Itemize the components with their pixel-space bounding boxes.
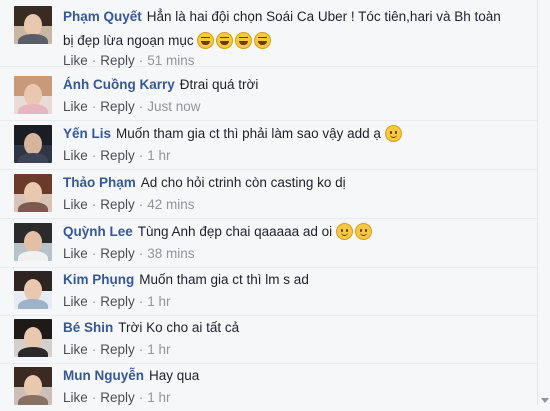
like-link[interactable]: Like — [63, 246, 88, 261]
comment-text: Tùng Anh đẹp chai qaaaaa ad oi — [137, 224, 333, 239]
comment-actions: Like · Reply · Just now — [63, 98, 201, 115]
like-link[interactable]: Like — [63, 390, 88, 405]
scrollbar[interactable] — [537, 0, 550, 405]
avatar[interactable] — [14, 76, 52, 114]
comment-actions: Like · Reply · 1 hr — [63, 293, 171, 310]
reply-link[interactable]: Reply — [100, 390, 135, 405]
comment-actions: Like · Reply · 38 mins — [63, 245, 195, 262]
avatar[interactable] — [14, 174, 52, 212]
smile-emoji-icon — [335, 223, 353, 240]
comment-author[interactable]: Quỳnh Lee — [63, 224, 133, 239]
like-link[interactable]: Like — [63, 342, 88, 357]
comment-timestamp[interactable]: 38 mins — [147, 246, 194, 261]
comment-item: Mun Nguyễn Hay qua Like · Reply · 1 hr — [0, 363, 538, 411]
comment-item: Kim Phụng Muốn tham gia ct thì lm s ad Li… — [0, 267, 538, 316]
separator: · — [138, 53, 144, 68]
comment-item: Phạm Quyết Hẳn là hai đội chọn Soái Ca Ub… — [0, 2, 538, 69]
like-link[interactable]: Like — [63, 197, 88, 212]
comment-timestamp[interactable]: 1 hr — [147, 390, 170, 405]
comment-author[interactable]: Mun Nguyễn — [63, 368, 144, 383]
reply-link[interactable]: Reply — [100, 246, 135, 261]
avatar[interactable] — [14, 125, 52, 163]
separator: · — [91, 148, 97, 163]
comment-item: Yến Lis Muốn tham gia ct thì phải làm sao… — [0, 121, 538, 170]
reply-link[interactable]: Reply — [100, 294, 135, 309]
comment-timestamp[interactable]: 1 hr — [147, 294, 170, 309]
reply-link[interactable]: Reply — [100, 197, 135, 212]
comment-author[interactable]: Thảo Phạm — [63, 175, 136, 190]
separator: · — [138, 342, 144, 357]
separator: · — [138, 99, 144, 114]
comment-timestamp[interactable]: Just now — [147, 99, 200, 114]
avatar[interactable] — [14, 271, 52, 309]
reply-link[interactable]: Reply — [100, 342, 135, 357]
comment-actions: Like · Reply · 51 mins — [63, 52, 195, 69]
comment-timestamp[interactable]: 42 mins — [147, 197, 194, 212]
separator: · — [91, 294, 97, 309]
separator: · — [138, 390, 144, 405]
separator: · — [138, 246, 144, 261]
comment-item: Ánh Cuồng Karry Đtrai quá trời Like · Reply… — [0, 72, 538, 121]
smile-emoji-icon — [384, 125, 402, 142]
comment-timestamp[interactable]: 1 hr — [147, 148, 170, 163]
reply-link[interactable]: Reply — [100, 53, 135, 68]
separator: · — [138, 197, 144, 212]
comment-text: Muốn tham gia ct thì lm s ad — [139, 272, 309, 287]
comment-actions: Like · Reply · 1 hr — [63, 147, 171, 164]
comment-text-continued: bị đẹp lừa ngoạn mục — [63, 33, 194, 48]
comment-text: Trời Ko cho ai tất cả — [118, 320, 240, 335]
separator: · — [138, 294, 144, 309]
laughing-emoji-icon — [216, 32, 234, 49]
comment-item: Quỳnh Lee Tùng Anh đẹp chai qaaaaa ad oi … — [0, 219, 538, 268]
separator: · — [91, 99, 97, 114]
avatar[interactable] — [14, 223, 52, 261]
comment-author[interactable]: Phạm Quyết — [63, 9, 142, 24]
avatar[interactable] — [14, 367, 52, 405]
comment-timestamp[interactable]: 1 hr — [147, 342, 170, 357]
comment-author[interactable]: Ánh Cuồng Karry — [63, 77, 175, 92]
laughing-emoji-icon — [254, 32, 272, 49]
comment-text: Ad cho hỏi ctrinh còn casting ko dị — [140, 175, 346, 190]
scroll-down-arrow-icon[interactable] — [541, 398, 549, 403]
comment-timestamp[interactable]: 51 mins — [147, 53, 194, 68]
like-link[interactable]: Like — [63, 294, 88, 309]
smile-emoji-icon — [354, 223, 372, 240]
comment-actions: Like · Reply · 1 hr — [63, 389, 171, 406]
like-link[interactable]: Like — [63, 53, 88, 68]
comment-text: Hay qua — [149, 368, 200, 383]
comment-item: Thảo Phạm Ad cho hỏi ctrinh còn casting k… — [0, 170, 538, 219]
separator: · — [91, 246, 97, 261]
laughing-emoji-icon — [197, 32, 215, 49]
reply-link[interactable]: Reply — [100, 148, 135, 163]
laughing-emoji-icon — [235, 32, 253, 49]
comment-actions: Like · Reply · 42 mins — [63, 196, 195, 213]
comment-author[interactable]: Bé Shin — [63, 320, 113, 335]
comment-text: Hẳn là hai đội chọn Soái Ca Uber ! Tóc t… — [146, 9, 501, 24]
comment-text: Đtrai quá trời — [179, 77, 259, 92]
avatar[interactable] — [14, 319, 52, 357]
separator: · — [91, 342, 97, 357]
separator: · — [138, 148, 144, 163]
separator: · — [91, 53, 97, 68]
avatar[interactable] — [14, 6, 52, 44]
comment-author[interactable]: Yến Lis — [63, 126, 111, 141]
comment-author[interactable]: Kim Phụng — [63, 272, 134, 287]
separator: · — [91, 390, 97, 405]
reply-link[interactable]: Reply — [100, 99, 135, 114]
like-link[interactable]: Like — [63, 99, 88, 114]
comment-text: Muốn tham gia ct thì phải làm sao vậy ad… — [116, 126, 381, 141]
comment-item: Bé Shin Trời Ko cho ai tất cả Like · Reply ·… — [0, 315, 538, 364]
comment-actions: Like · Reply · 1 hr — [63, 341, 171, 358]
separator: · — [91, 197, 97, 212]
like-link[interactable]: Like — [63, 148, 88, 163]
